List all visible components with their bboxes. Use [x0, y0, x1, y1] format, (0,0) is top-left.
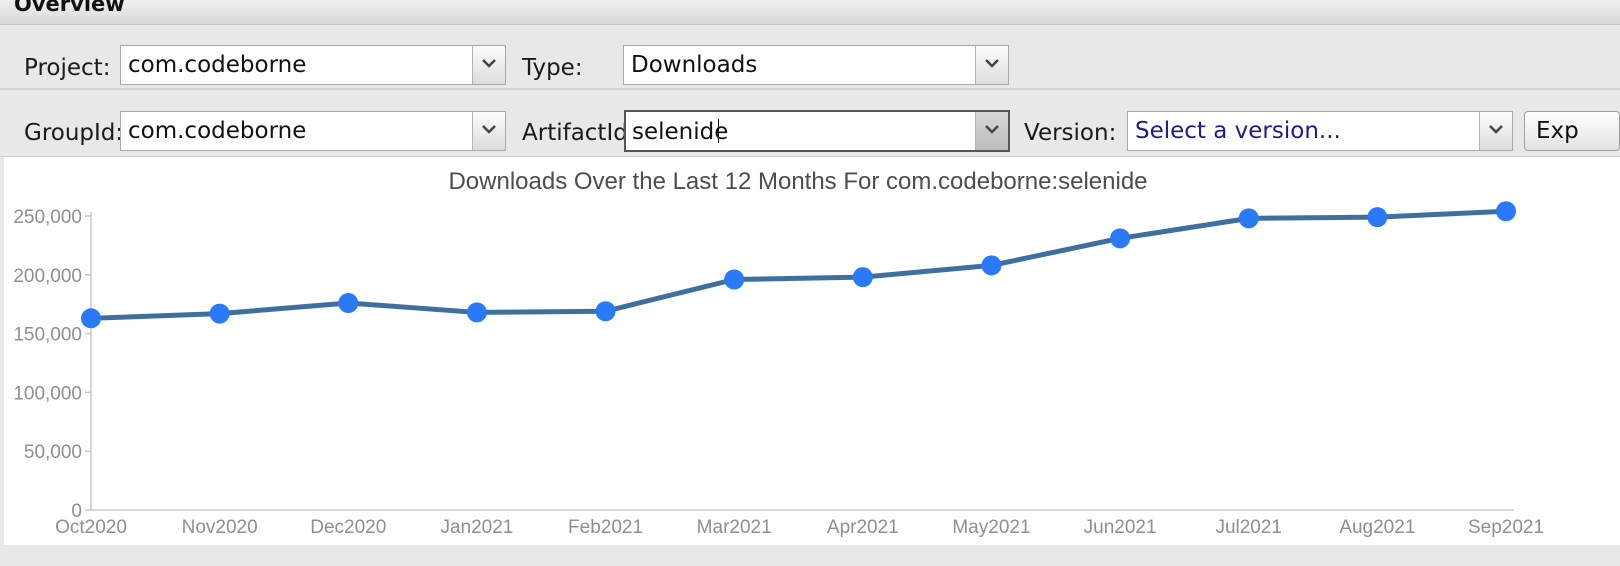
data-point[interactable] [852, 267, 873, 288]
x-tick-label: May2021 [952, 517, 1030, 538]
type-label: Type: [522, 55, 583, 81]
y-tick-label: 150,000 [13, 325, 82, 346]
x-tick-label: Jun2021 [1084, 517, 1157, 538]
x-tick-label: Dec2020 [310, 517, 386, 538]
project-combobox[interactable]: com.codeborne [120, 45, 506, 85]
version-dropdown-button[interactable] [1479, 112, 1512, 150]
artifact-row: GroupId: com.codeborne ArtifactId: selen… [0, 90, 1620, 157]
data-point[interactable] [466, 302, 487, 323]
x-tick-label: Jan2021 [440, 517, 513, 538]
version-combobox[interactable]: Select a version... [1127, 111, 1513, 151]
data-point[interactable] [338, 293, 359, 314]
downloads-line-chart: Downloads Over the Last 12 Months For co… [13, 168, 1544, 538]
chevron-down-icon [482, 59, 496, 68]
chevron-down-icon [985, 59, 999, 68]
x-tick-label: Feb2021 [568, 517, 643, 538]
chevron-down-icon [1489, 125, 1503, 134]
version-placeholder[interactable]: Select a version... [1135, 118, 1341, 144]
x-tick-label: Mar2021 [697, 517, 772, 538]
type-dropdown-button[interactable] [975, 46, 1008, 84]
data-point[interactable] [81, 308, 101, 329]
x-tick-label: Aug2021 [1339, 517, 1415, 538]
artifactid-combobox[interactable]: selenide [624, 110, 1010, 152]
groupid-dropdown-button[interactable] [472, 112, 505, 150]
data-point[interactable] [1367, 207, 1388, 228]
bottom-strip [0, 545, 1620, 566]
data-point[interactable] [595, 301, 616, 322]
project-type-row: Project: com.codeborne Type: Downloads [0, 25, 1620, 90]
data-point[interactable] [981, 255, 1002, 276]
data-point[interactable] [209, 303, 230, 324]
artifactid-label: ArtifactId: [522, 120, 636, 146]
x-tick-label: Sep2021 [1468, 517, 1544, 538]
x-tick-label: Apr2021 [827, 517, 899, 538]
chart-series [81, 201, 1516, 329]
export-button[interactable]: Exp [1524, 111, 1620, 151]
artifactid-dropdown-button[interactable] [975, 112, 1008, 150]
y-tick-label: 200,000 [13, 266, 82, 287]
type-value[interactable]: Downloads [631, 52, 757, 78]
data-point[interactable] [1238, 208, 1259, 229]
y-tick-label: 100,000 [13, 383, 82, 404]
project-dropdown-button[interactable] [472, 46, 505, 84]
chevron-down-icon [482, 125, 496, 134]
y-tick-label: 50,000 [24, 442, 82, 463]
project-value[interactable]: com.codeborne [128, 52, 306, 78]
data-point[interactable] [724, 269, 745, 290]
data-point[interactable] [1496, 201, 1516, 222]
artifactid-input[interactable]: selenide [632, 119, 728, 145]
project-label: Project: [24, 55, 111, 81]
series-line [90, 208, 1507, 321]
chart-title: Downloads Over the Last 12 Months For co… [448, 168, 1147, 195]
overview-header: Overview [0, 0, 1620, 25]
groupid-combobox[interactable]: com.codeborne [120, 111, 506, 151]
chevron-down-icon [985, 125, 999, 134]
downloads-chart-panel: Downloads Over the Last 12 Months For co… [4, 157, 1620, 545]
type-combobox[interactable]: Downloads [623, 45, 1009, 85]
text-caret [718, 119, 719, 143]
data-point[interactable] [1110, 228, 1131, 249]
version-label: Version: [1024, 120, 1117, 146]
chart-axes: 050,000100,000150,000200,000250,000Oct20… [13, 207, 1544, 538]
groupid-value[interactable]: com.codeborne [128, 118, 306, 144]
x-tick-label: Oct2020 [55, 517, 127, 538]
x-tick-label: Jul2021 [1215, 517, 1282, 538]
y-tick-label: 250,000 [13, 207, 82, 228]
x-tick-label: Nov2020 [182, 517, 258, 538]
groupid-label: GroupId: [24, 120, 124, 146]
overview-title: Overview [14, 0, 125, 16]
